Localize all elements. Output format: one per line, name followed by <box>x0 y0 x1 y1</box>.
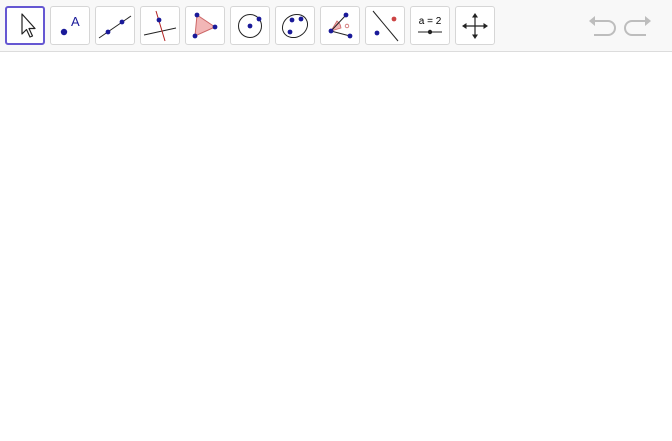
tool-reflect[interactable] <box>365 6 405 45</box>
angle-icon <box>328 12 353 39</box>
tool-point[interactable]: A <box>50 6 90 45</box>
tool-perpendicular[interactable] <box>140 6 180 45</box>
tool-move-graphics[interactable] <box>455 6 495 45</box>
undo-button[interactable] <box>585 12 619 42</box>
tool-slider[interactable]: a = 2 <box>410 6 450 45</box>
conic-through-points-icon <box>281 13 309 39</box>
line-through-two-points-icon <box>98 15 132 39</box>
geogebra-app: A a = 2 <box>0 0 672 441</box>
tool-conic[interactable] <box>275 6 315 45</box>
toolbar: A a = 2 <box>0 0 672 52</box>
tool-circle[interactable] <box>230 6 270 45</box>
point-label-text: A <box>71 14 80 29</box>
reflect-about-line-icon <box>372 10 399 42</box>
redo-icon <box>624 16 651 36</box>
point-icon: A <box>60 14 80 36</box>
tool-line[interactable] <box>95 6 135 45</box>
polygon-icon <box>192 12 218 39</box>
tool-move[interactable] <box>5 6 45 45</box>
move-graphics-view-icon <box>462 13 488 39</box>
perpendicular-line-icon <box>143 10 177 42</box>
redo-button[interactable] <box>621 12 655 42</box>
graphics-view[interactable] <box>0 52 672 441</box>
circle-center-point-icon <box>238 14 262 38</box>
slider-icon <box>418 29 442 35</box>
undo-icon <box>589 16 616 36</box>
tool-angle[interactable] <box>320 6 360 45</box>
move-arrow-icon <box>21 13 36 38</box>
tool-polygon[interactable] <box>185 6 225 45</box>
